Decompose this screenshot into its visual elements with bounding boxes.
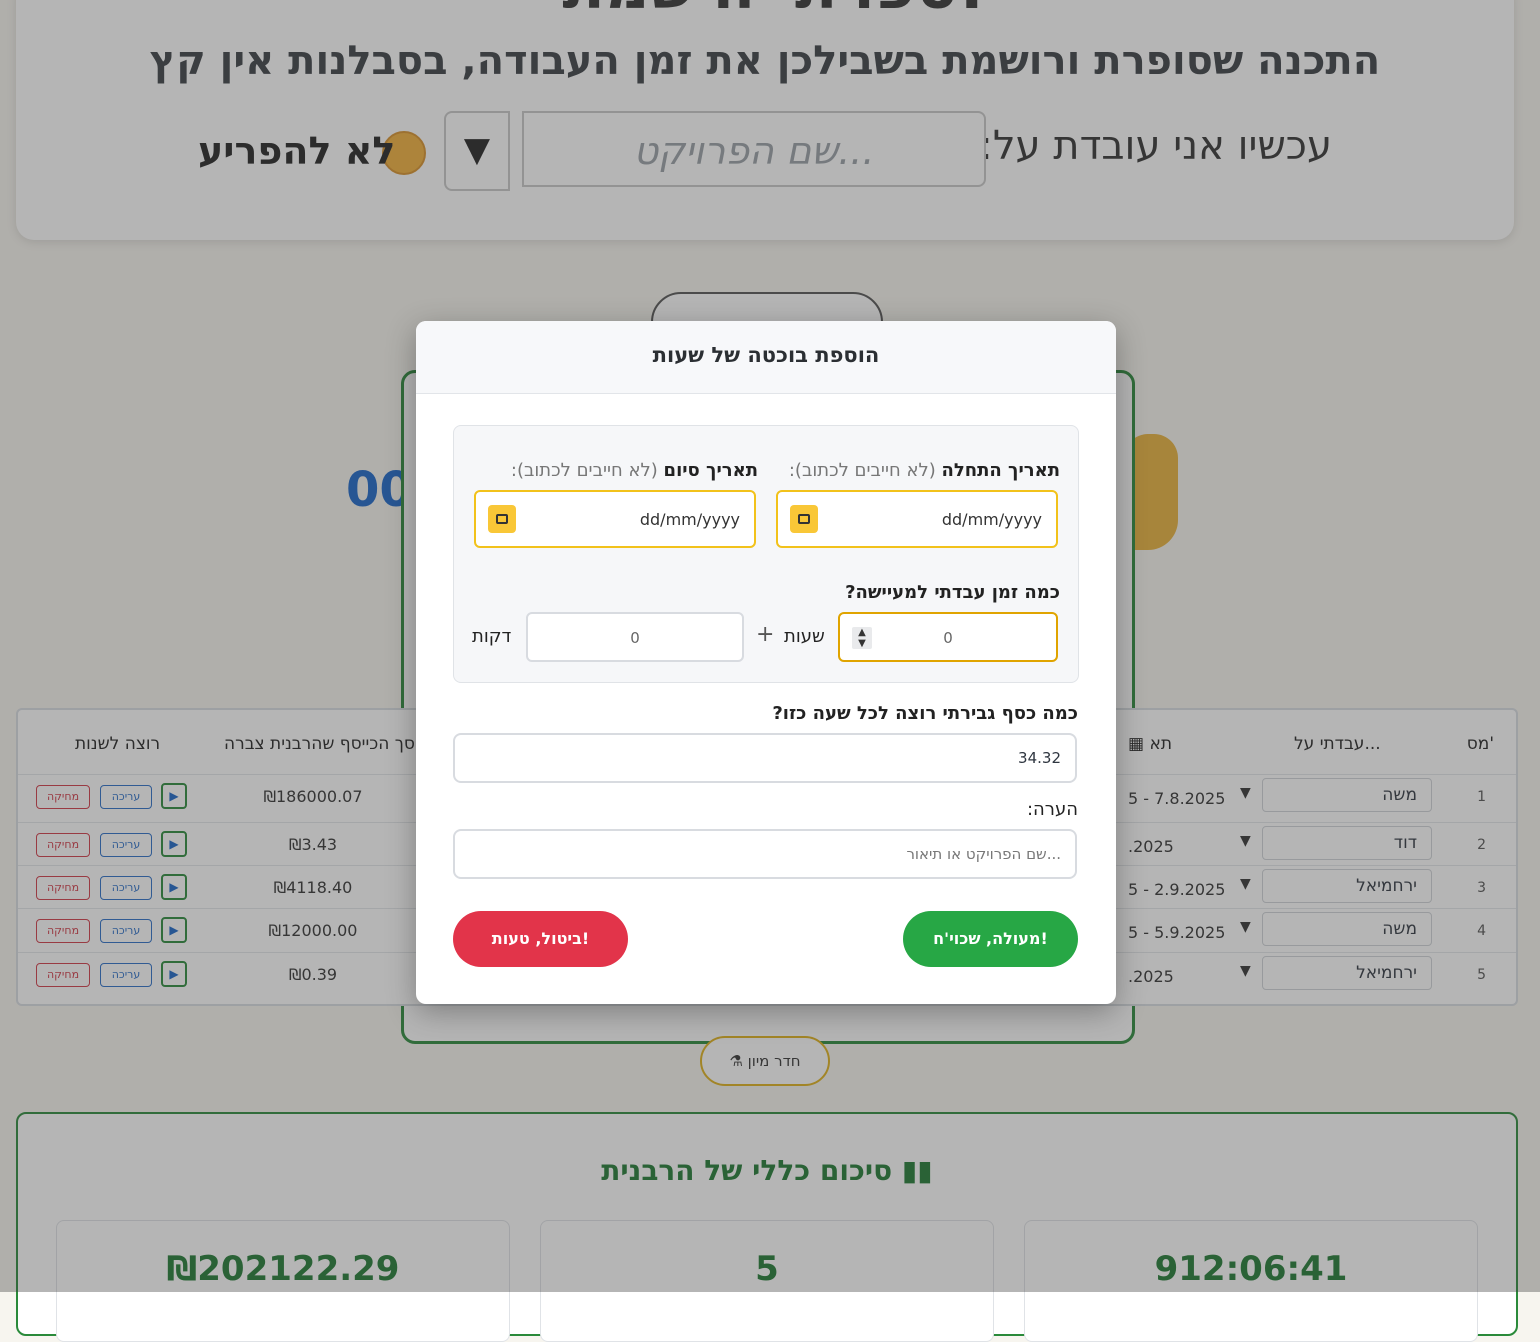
start-date-label: תאריך התחלה (לא חייבים לכתוב): [788,460,1060,481]
add-hours-modal: הוספת בוכטה של שעות תאריך התחלה (לא חייב… [416,321,1116,1004]
time-panel: תאריך התחלה (לא חייבים לכתוב): תאריך סיו… [453,425,1079,683]
calendar-icon[interactable] [488,505,516,533]
start-date-placeholder: dd/mm/yyyy [941,510,1042,529]
end-date-placeholder: dd/mm/yyyy [639,510,740,529]
start-date-input[interactable]: dd/mm/yyyy [776,490,1058,548]
rate-question-label: כמה כסף גבירתי רוצה לכל שעה כזו? [772,703,1078,724]
spinner-icon[interactable]: ▲ ▼ [852,627,872,649]
minutes-label: דקות [472,626,512,647]
plus-icon: + [756,622,775,647]
time-question-label: כמה זמן עבדתי למעיישה? [845,582,1060,603]
end-date-label: תאריך סיום (לא חייבים לכתוב): [510,460,758,481]
hours-input[interactable]: 0 ▲ ▼ [838,612,1058,662]
calendar-icon[interactable] [790,505,818,533]
end-date-input[interactable]: dd/mm/yyyy [474,490,756,548]
confirm-button[interactable]: מעולה, שכוי'ח! [903,911,1078,967]
cancel-button[interactable]: ביטול, טעות! [453,911,628,967]
note-input[interactable]: שם הפרויקט או תיאור... [453,829,1077,879]
note-label: הערה: [1026,799,1078,820]
modal-header: הוספת בוכטה של שעות [416,321,1116,394]
hourly-rate-input[interactable]: 34.32 [453,733,1077,783]
modal-title: הוספת בוכטה של שעות [652,343,880,367]
minutes-input[interactable]: 0 [526,612,744,662]
hours-label: שעות [784,626,825,647]
